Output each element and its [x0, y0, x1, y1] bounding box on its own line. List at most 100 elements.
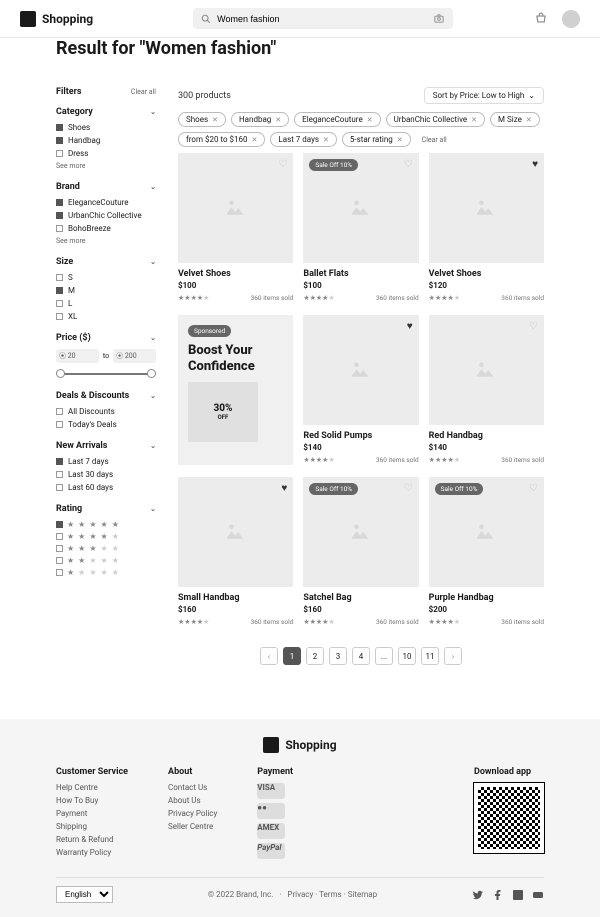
price-min-input[interactable]: ⦿ 20 [56, 349, 99, 363]
close-icon[interactable]: ✕ [252, 136, 258, 144]
page-number[interactable]: ... [375, 647, 393, 665]
filter-chip[interactable]: from $20 to $160✕ [178, 132, 265, 147]
product-card[interactable]: Sale Off 10%♡ Purple Handbag $200 ★★★★★3… [429, 477, 544, 627]
close-icon[interactable]: ✕ [471, 116, 477, 124]
facebook-icon[interactable] [492, 889, 504, 901]
close-icon[interactable]: ✕ [367, 116, 373, 124]
filter-chip[interactable]: 5-star rating✕ [342, 132, 411, 147]
filter-chip[interactable]: Shoes✕ [178, 112, 226, 127]
filter-option[interactable]: Dress [56, 149, 156, 158]
logo[interactable]: Shopping [20, 11, 93, 27]
footer-link[interactable]: About Us [168, 796, 217, 805]
language-select[interactable]: English [56, 886, 113, 903]
product-card[interactable]: ♥ Small Handbag $160 ★★★★★360 items sold [178, 477, 293, 627]
cart-icon[interactable] [534, 12, 548, 26]
product-card[interactable]: ♥ Red Solid Pumps $140 ★★★★★360 items so… [303, 315, 418, 465]
footer-link[interactable]: Terms [319, 890, 341, 899]
close-icon[interactable]: ✕ [323, 136, 329, 144]
filter-option[interactable]: S [56, 273, 156, 282]
page-number[interactable]: 10 [398, 647, 416, 665]
brand-seemore[interactable]: See more [56, 237, 156, 245]
filter-option[interactable]: Last 60 days [56, 483, 156, 492]
footer-link[interactable]: Sitemap [348, 890, 377, 899]
footer-link[interactable]: Seller Centre [168, 822, 217, 831]
youtube-icon[interactable] [532, 889, 544, 901]
chips-clear-all[interactable]: Clear all [422, 136, 447, 144]
footer-link[interactable]: Privacy Policy [168, 809, 217, 818]
search-input[interactable] [217, 14, 427, 24]
sort-select[interactable]: Sort by Price: Low to High⌄ [424, 87, 544, 104]
camera-icon[interactable] [433, 13, 445, 24]
product-card[interactable]: ♡ Red Handbag $140 ★★★★★360 items sold [429, 315, 544, 465]
filter-chip[interactable]: Handbag✕ [231, 112, 289, 127]
filter-option[interactable]: Today's Deals [56, 420, 156, 429]
rating-option[interactable]: ★★★★★ [56, 520, 156, 529]
product-card[interactable]: ♥ Velvet Shoes $120 ★★★★★360 items sold [429, 153, 544, 303]
rating-option[interactable]: ★★★★★ [56, 544, 156, 553]
page-next[interactable]: › [444, 647, 462, 665]
footer-link[interactable]: How To Buy [56, 796, 128, 805]
filter-chip[interactable]: M Size✕ [490, 112, 540, 127]
footer-link[interactable]: Privacy [287, 890, 313, 899]
filter-option[interactable]: Shoes [56, 123, 156, 132]
twitter-icon[interactable] [472, 889, 484, 901]
filter-option[interactable]: All Discounts [56, 407, 156, 416]
filter-option[interactable]: EleganceCouture [56, 198, 156, 207]
filter-option[interactable]: UrbanChic Collective [56, 211, 156, 220]
size-toggle[interactable]: Size⌄ [56, 257, 156, 267]
footer-link[interactable]: Help Centre [56, 783, 128, 792]
filter-chip[interactable]: Last 7 days✕ [270, 132, 336, 147]
promo-card[interactable]: SponsoredBoost Your Confidence30%OFF [178, 315, 293, 465]
page-number[interactable]: 11 [421, 647, 439, 665]
page-number[interactable]: 2 [306, 647, 324, 665]
avatar[interactable] [562, 10, 580, 28]
filter-option[interactable]: M [56, 286, 156, 295]
price-toggle[interactable]: Price ($)⌄ [56, 333, 156, 343]
linkedin-icon[interactable] [512, 889, 524, 901]
footer-link[interactable]: Shipping [56, 822, 128, 831]
filter-chip[interactable]: EleganceCouture✕ [294, 112, 380, 127]
favorite-icon[interactable]: ♡ [529, 483, 538, 494]
category-toggle[interactable]: Category⌄ [56, 107, 156, 117]
close-icon[interactable]: ✕ [526, 116, 532, 124]
filter-chip[interactable]: UrbanChic Collective✕ [386, 112, 485, 127]
product-card[interactable]: Sale Off 10%♡ Ballet Flats $100 ★★★★★360… [303, 153, 418, 303]
favorite-icon[interactable]: ♡ [278, 159, 287, 170]
category-seemore[interactable]: See more [56, 162, 156, 170]
filter-option[interactable]: XL [56, 312, 156, 321]
rating-option[interactable]: ★★★★★ [56, 532, 156, 541]
clear-all-filters[interactable]: Clear all [131, 88, 156, 96]
favorite-icon[interactable]: ♡ [404, 483, 413, 494]
favorite-icon[interactable]: ♥ [532, 159, 538, 170]
filter-option[interactable]: Handbag [56, 136, 156, 145]
close-icon[interactable]: ✕ [397, 136, 403, 144]
page-number[interactable]: 4 [352, 647, 370, 665]
favorite-icon[interactable]: ♥ [281, 483, 287, 494]
arrivals-toggle[interactable]: New Arrivals⌄ [56, 441, 156, 451]
page-prev[interactable]: ‹ [260, 647, 278, 665]
favorite-icon[interactable]: ♥ [407, 321, 413, 332]
filter-option[interactable]: BohoBreeze [56, 224, 156, 233]
footer-link[interactable]: Contact Us [168, 783, 217, 792]
filter-option[interactable]: Last 30 days [56, 470, 156, 479]
product-card[interactable]: Sale Off 10%♡ Satchel Bag $160 ★★★★★360 … [303, 477, 418, 627]
footer-link[interactable]: Payment [56, 809, 128, 818]
favorite-icon[interactable]: ♡ [529, 321, 538, 332]
rating-option[interactable]: ★★★★★ [56, 556, 156, 565]
price-max-input[interactable]: ⦿ 200 [113, 349, 156, 363]
product-card[interactable]: ♡ Velvet Shoes $100 ★★★★★360 items sold [178, 153, 293, 303]
brand-toggle[interactable]: Brand⌄ [56, 182, 156, 192]
search-bar[interactable] [193, 8, 453, 29]
page-number[interactable]: 3 [329, 647, 347, 665]
footer-link[interactable]: Return & Refund [56, 835, 128, 844]
close-icon[interactable]: ✕ [275, 116, 281, 124]
filter-option[interactable]: L [56, 299, 156, 308]
rating-toggle[interactable]: Rating⌄ [56, 504, 156, 514]
rating-option[interactable]: ★★★★★ [56, 568, 156, 577]
page-number[interactable]: 1 [283, 647, 301, 665]
deals-toggle[interactable]: Deals & Discounts⌄ [56, 391, 156, 401]
price-slider[interactable] [56, 369, 156, 379]
filter-option[interactable]: Last 7 days [56, 457, 156, 466]
footer-link[interactable]: Warranty Policy [56, 848, 128, 857]
close-icon[interactable]: ✕ [212, 116, 218, 124]
